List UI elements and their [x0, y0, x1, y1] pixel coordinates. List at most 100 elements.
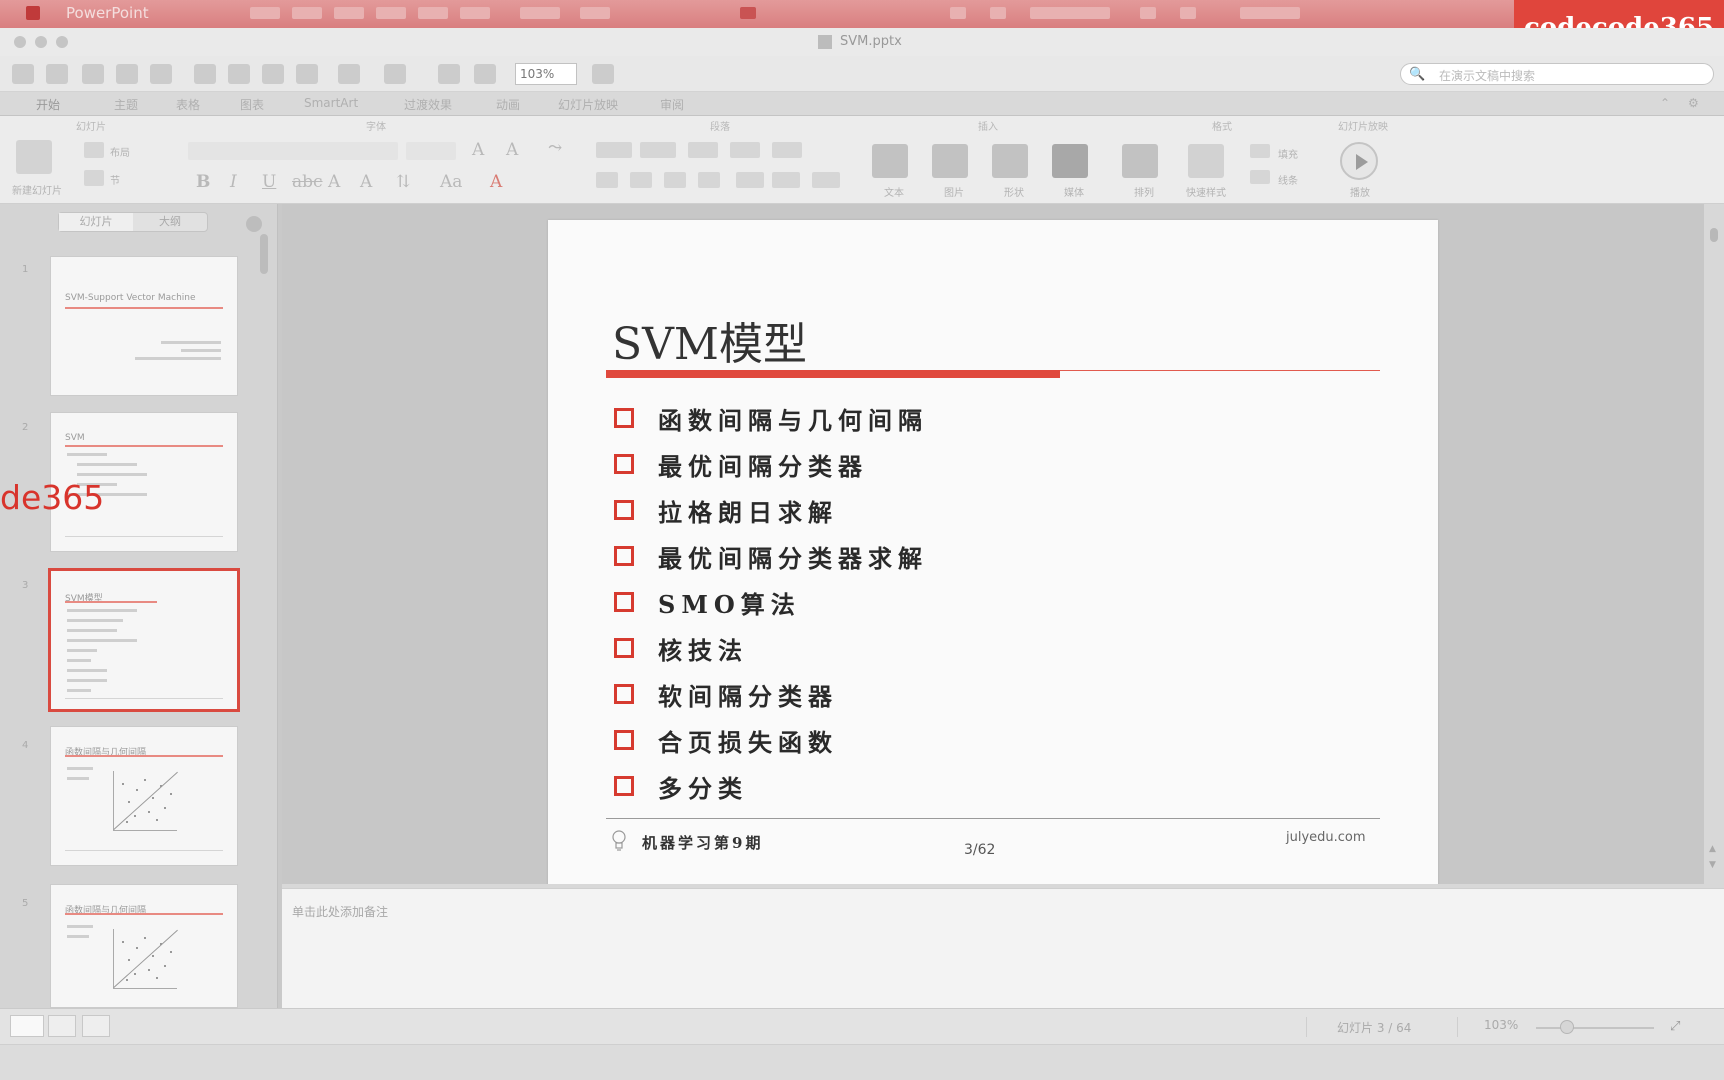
font-name-select[interactable] [188, 142, 398, 160]
status-icon[interactable] [990, 7, 1006, 19]
shrink-font-icon[interactable]: A [506, 140, 518, 160]
change-case-icon[interactable]: Aa [440, 172, 462, 192]
text-box-button[interactable] [872, 144, 908, 178]
new-icon[interactable] [12, 64, 34, 84]
cut-icon[interactable] [194, 64, 216, 84]
shape-button[interactable] [992, 144, 1028, 178]
zoom-slider-knob[interactable] [1560, 1020, 1574, 1034]
status-icon[interactable] [1180, 7, 1196, 19]
menu-item[interactable] [334, 7, 364, 19]
fill-icon[interactable] [1250, 144, 1270, 158]
tab-slideshow[interactable]: 幻灯片放映 [558, 96, 618, 113]
section-icon[interactable] [84, 170, 104, 186]
tab-review[interactable]: 审阅 [660, 96, 684, 113]
quick-styles-button[interactable] [1188, 144, 1224, 178]
align-center-icon[interactable] [630, 172, 652, 188]
tab-smartart[interactable]: SmartArt [304, 96, 358, 110]
tab-tables[interactable]: 表格 [176, 96, 200, 113]
fit-to-window-icon[interactable]: ⤢ [1670, 1019, 1688, 1035]
tab-animations[interactable]: 动画 [496, 96, 520, 113]
bullet-item[interactable]: 最优间隔分类器 [614, 444, 868, 484]
line-spacing-icon[interactable] [772, 142, 802, 158]
subscript-icon[interactable]: A [360, 172, 372, 192]
slide-thumbnail[interactable]: 函数间隔与几何间隔 [50, 884, 238, 1008]
status-icon[interactable] [950, 7, 966, 19]
scroll-down-icon[interactable]: ▼ [1709, 860, 1716, 870]
search-input[interactable]: 🔍 在演示文稿中搜索 [1400, 63, 1714, 85]
zoom-window-button[interactable] [56, 36, 68, 48]
print-icon[interactable] [150, 64, 172, 84]
format-painter-icon[interactable] [296, 64, 318, 84]
bullet-item[interactable]: 函数间隔与几何间隔 [614, 398, 928, 438]
arrange-button[interactable] [1122, 144, 1158, 178]
menu-item[interactable] [250, 7, 280, 19]
scrollbar-thumb[interactable] [1710, 228, 1718, 242]
char-spacing-icon[interactable]: ⇅ [396, 172, 410, 192]
slide[interactable]: SVM模型 函数间隔与几何间隔 最优间隔分类器 拉格朗日求解 最优间隔分类器求解… [548, 220, 1438, 888]
tab-home[interactable]: 开始 [36, 96, 60, 113]
notes-pane[interactable]: 单击此处添加备注 [282, 888, 1724, 1008]
menu-item[interactable] [292, 7, 322, 19]
zoom-slider[interactable] [1536, 1027, 1654, 1029]
bullets-icon[interactable] [596, 142, 632, 158]
notes-view-button[interactable] [82, 1015, 110, 1037]
app-menu[interactable]: PowerPoint [66, 4, 149, 22]
slide-thumbnail-selected[interactable]: SVM模型 [48, 568, 240, 712]
paste-icon[interactable] [262, 64, 284, 84]
play-slideshow-button[interactable] [1340, 142, 1378, 180]
clear-format-icon[interactable]: ⤳ [548, 138, 562, 158]
status-icon[interactable] [1030, 7, 1110, 19]
underline-icon[interactable]: U [262, 172, 276, 192]
bullet-item[interactable]: 软间隔分类器 [614, 674, 838, 714]
columns-icon[interactable] [736, 172, 764, 188]
save-icon[interactable] [116, 64, 138, 84]
indent-icon[interactable] [730, 142, 760, 158]
line-icon[interactable] [1250, 170, 1270, 184]
italic-icon[interactable]: I [230, 172, 237, 192]
strikethrough-icon[interactable]: abc [292, 172, 323, 192]
status-icon[interactable] [1240, 7, 1300, 19]
copy-icon[interactable] [228, 64, 250, 84]
templates-icon[interactable] [46, 64, 68, 84]
tab-charts[interactable]: 图表 [240, 96, 264, 113]
font-size-select[interactable] [406, 142, 456, 160]
slide-thumbnail[interactable]: SVM-Support Vector Machine [50, 256, 238, 396]
menu-item[interactable] [418, 7, 448, 19]
menu-item[interactable] [460, 7, 490, 19]
superscript-icon[interactable]: A [328, 172, 340, 192]
slide-sorter-view-button[interactable] [48, 1015, 76, 1037]
zoom-combobox[interactable]: 103% [515, 63, 577, 85]
tab-themes[interactable]: 主题 [114, 96, 138, 113]
font-color-icon[interactable]: A [490, 172, 502, 192]
bold-icon[interactable]: B [196, 172, 210, 192]
open-icon[interactable] [82, 64, 104, 84]
status-icon[interactable] [1140, 7, 1156, 19]
slide-title[interactable]: SVM模型 [612, 308, 807, 372]
media-browser-icon[interactable] [474, 64, 496, 84]
ribbon-settings-icon[interactable]: ⚙ [1688, 96, 1699, 110]
normal-view-button[interactable] [10, 1015, 44, 1037]
bullet-item[interactable]: 合页损失函数 [614, 720, 838, 760]
tab-transitions[interactable]: 过渡效果 [404, 96, 452, 113]
numbering-icon[interactable] [640, 142, 676, 158]
tab-outline-view[interactable]: 大纲 [133, 213, 207, 231]
text-direction-icon[interactable] [772, 172, 800, 188]
bullet-item[interactable]: 核技法 [614, 628, 748, 668]
bullet-item[interactable]: 最优间隔分类器求解 [614, 536, 928, 576]
close-window-button[interactable] [14, 36, 26, 48]
undo-icon[interactable] [338, 64, 360, 84]
new-slide-button[interactable] [16, 140, 52, 174]
align-right-icon[interactable] [664, 172, 686, 188]
grow-font-icon[interactable]: A [472, 140, 484, 160]
justify-icon[interactable] [698, 172, 720, 188]
help-icon[interactable] [592, 64, 614, 84]
collapse-ribbon-icon[interactable]: ⌃ [1660, 96, 1670, 110]
align-left-icon[interactable] [596, 172, 618, 188]
apple-icon[interactable] [26, 6, 40, 20]
text-align-icon[interactable] [812, 172, 840, 188]
redo-icon[interactable] [384, 64, 406, 84]
tab-slides-view[interactable]: 幻灯片 [59, 213, 133, 231]
slide-thumbnail[interactable]: 函数间隔与几何间隔 [50, 726, 238, 866]
menu-item[interactable] [580, 7, 610, 19]
gallery-icon[interactable] [438, 64, 460, 84]
